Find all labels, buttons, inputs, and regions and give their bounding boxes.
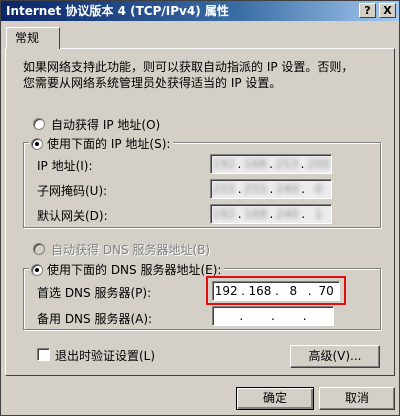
manual-ip-legend: 使用下面的 IP 地址(S): (29, 135, 174, 152)
ip-segment: 192 (212, 207, 236, 221)
auto-ip-radio[interactable] (33, 118, 45, 130)
ip-segment: 255 (244, 182, 267, 196)
cancel-button[interactable]: 取消 (319, 387, 395, 410)
red-highlight-box (206, 276, 346, 305)
ok-button[interactable]: 确定 (236, 387, 314, 410)
close-button[interactable]: X (379, 3, 396, 18)
ip-segment: 240 (275, 207, 299, 221)
manual-ip-radio[interactable] (31, 138, 43, 150)
subnet-mask-label: 子网掩码(U): (37, 184, 108, 198)
help-button[interactable]: ? (359, 3, 376, 18)
validate-on-exit-checkbox[interactable] (37, 348, 50, 361)
ip-segment: 253 (275, 157, 299, 171)
ip-segment: 240 (275, 182, 299, 196)
radio-selected-dot (35, 142, 39, 146)
alternate-dns-input[interactable]: ... (212, 306, 334, 326)
ip-segment: 255 (212, 182, 236, 196)
ip-segment: 200 (306, 157, 330, 171)
ip-segment: 168 (243, 157, 267, 171)
auto-dns-radio[interactable] (33, 243, 45, 255)
title-bar: Internet 协议版本 4 (TCP/IPv4) 属性 (1, 1, 399, 21)
preferred-dns-label: 首选 DNS 服务器(P): (37, 286, 152, 300)
subnet-mask-input[interactable]: 255. 255. 240. 0 (210, 179, 332, 199)
manual-ip-label[interactable]: 使用下面的 IP 地址(S): (47, 137, 170, 151)
advanced-button[interactable]: 高级(V)... (290, 345, 380, 368)
auto-ip-label[interactable]: 自动获得 IP 地址(O) (51, 116, 160, 133)
manual-dns-radio[interactable] (31, 264, 43, 276)
manual-dns-label[interactable]: 使用下面的 DNS 服务器地址(E): (47, 263, 221, 277)
description-line-2: 您需要从网络系统管理员处获得适当的 IP 设置。 (23, 76, 282, 90)
ip-segment: 192 (212, 157, 236, 171)
auto-dns-label[interactable]: 自动获得 DNS 服务器地址(B) (51, 241, 210, 258)
alternate-dns-label: 备用 DNS 服务器(A): (37, 312, 153, 326)
manual-dns-legend: 使用下面的 DNS 服务器地址(E): (29, 261, 225, 278)
ip-segment: 168 (244, 207, 267, 221)
ip-segment: 0 (314, 182, 323, 196)
radio-selected-dot (35, 268, 39, 272)
ip-address-input[interactable]: 192. 168. 253. 200 (210, 154, 332, 174)
validate-on-exit-label[interactable]: 退出时验证设置(L) (55, 347, 155, 364)
default-gateway-label: 默认网关(D): (37, 209, 108, 223)
description-line-1: 如果网络支持此功能，则可以获取自动指派的 IP 设置。否则， (23, 60, 354, 74)
window-title: Internet 协议版本 4 (TCP/IPv4) 属性 (6, 4, 229, 18)
default-gateway-input[interactable]: 192. 168. 240. 1 (210, 204, 332, 224)
tcpip-properties-dialog: Internet 协议版本 4 (TCP/IPv4) 属性 ? X 常规 如果网… (0, 0, 400, 416)
ip-address-label: IP 地址(I): (37, 159, 93, 173)
tab-general[interactable]: 常规 (6, 27, 60, 49)
ip-segment: 1 (314, 207, 323, 221)
